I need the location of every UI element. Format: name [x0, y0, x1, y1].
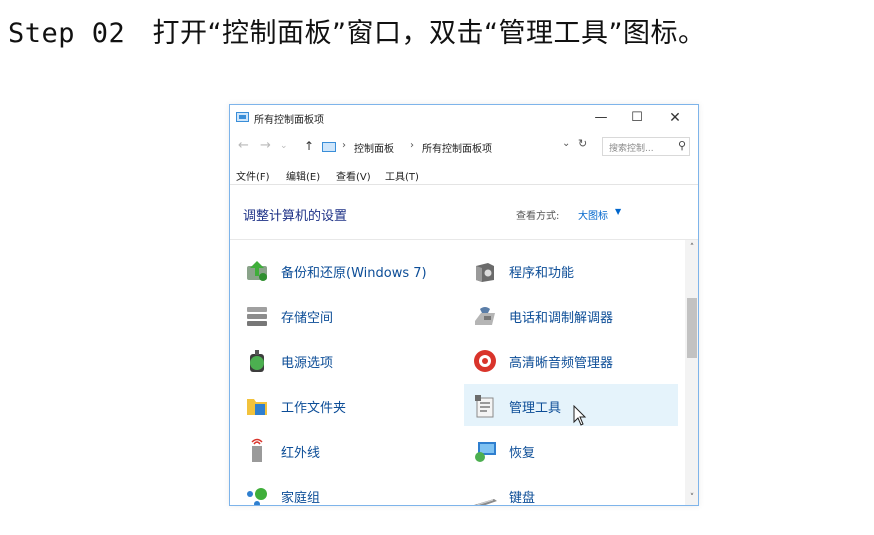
breadcrumb[interactable]: › 控制面板 › 所有控制面板项 [322, 137, 600, 157]
item-label: 工作文件夹 [281, 401, 347, 416]
item-storage-spaces[interactable]: 存储空间 [236, 294, 458, 336]
recent-locations-icon[interactable]: ⌄ [280, 141, 288, 151]
content-header: 调整计算机的设置 查看方式: 大图标 ▼ [230, 185, 698, 239]
phone-modem-icon [475, 307, 495, 325]
programs-features-icon [476, 263, 494, 282]
item-hd-audio[interactable]: 高清晰音频管理器 [464, 339, 678, 381]
menu-bar: 文件(F) 编辑(E) 查看(V) 工具(T) [230, 167, 698, 183]
menu-file[interactable]: 文件(F) [236, 168, 270, 183]
step-number: Step 02 [8, 18, 126, 49]
item-recovery[interactable]: 恢复 [464, 429, 678, 471]
item-phone-modem[interactable]: 电话和调制解调器 [464, 294, 678, 336]
item-homegroup[interactable]: 家庭组 [236, 474, 458, 506]
title-bar[interactable]: 所有控制面板项 — ☐ ✕ [230, 105, 698, 132]
mouse-cursor-icon [573, 405, 587, 426]
item-label: 电源选项 [281, 356, 334, 371]
search-placeholder: 搜索控制... [609, 144, 654, 154]
breadcrumb-separator-icon[interactable]: › [410, 140, 414, 151]
menu-tools[interactable]: 工具(T) [385, 168, 419, 183]
administrative-tools-icon [475, 395, 494, 418]
window-title: 所有控制面板项 [254, 115, 324, 126]
item-keyboard[interactable]: 键盘 [464, 474, 678, 506]
address-bar: ← → ⌄ ↑ › 控制面板 › 所有控制面板项 ⌄ ↻ 搜索控制... ⚲ [230, 135, 698, 159]
power-options-icon [250, 350, 264, 372]
scroll-down-icon[interactable]: ˅ [686, 492, 698, 504]
storage-spaces-icon [247, 307, 267, 326]
item-label: 管理工具 [509, 401, 562, 416]
back-arrow-icon[interactable]: ← [238, 138, 249, 153]
menu-view[interactable]: 查看(V) [336, 168, 371, 183]
backup-restore-icon [247, 261, 267, 281]
keyboard-icon [474, 499, 497, 505]
item-label: 家庭组 [281, 491, 321, 506]
forward-arrow-icon[interactable]: → [260, 138, 271, 153]
address-dropdown-icon[interactable]: ⌄ [562, 138, 570, 149]
item-infrared[interactable]: 红外线 [236, 429, 458, 471]
control-panel-icon [236, 112, 249, 122]
infrared-icon [251, 438, 263, 462]
view-by-label: 查看方式: [516, 211, 560, 222]
menu-edit[interactable]: 编辑(E) [286, 168, 320, 183]
item-administrative-tools[interactable]: 管理工具 [464, 384, 678, 426]
vertical-scrollbar[interactable]: ˄ ˅ [685, 240, 698, 505]
search-input[interactable]: 搜索控制... ⚲ [602, 137, 690, 156]
minimize-button[interactable]: — [586, 108, 616, 128]
recovery-icon [475, 442, 496, 462]
maximize-button[interactable]: ☐ [622, 108, 652, 128]
item-label: 红外线 [281, 446, 321, 461]
step-caption: Step 02 打开“控制面板”窗口，双击“管理工具”图标。 [8, 14, 706, 54]
item-power-options[interactable]: 电源选项 [236, 339, 458, 381]
item-backup-restore[interactable]: 备份和还原(Windows 7) [236, 249, 458, 291]
item-label: 高清晰音频管理器 [509, 356, 614, 371]
close-button[interactable]: ✕ [660, 108, 690, 128]
step-instruction: 打开“控制面板”窗口，双击“管理工具”图标。 [152, 18, 706, 49]
page-title: 调整计算机的设置 [243, 209, 348, 224]
chevron-down-icon[interactable]: ▼ [615, 207, 621, 216]
scroll-thumb[interactable] [687, 298, 697, 358]
items-grid: 备份和还原(Windows 7) 程序和功能 存储空间 电话和调制解调器 电源选… [230, 240, 685, 506]
breadcrumb-all-items[interactable]: 所有控制面板项 [422, 140, 492, 155]
item-label: 备份和还原(Windows 7) [281, 266, 427, 281]
homegroup-icon [247, 488, 267, 505]
breadcrumb-separator-icon[interactable]: › [342, 140, 346, 151]
item-label: 程序和功能 [509, 266, 575, 281]
control-panel-window: 所有控制面板项 — ☐ ✕ ← → ⌄ ↑ › 控制面板 › 所有控制面板项 ⌄… [229, 104, 699, 506]
hd-audio-icon [474, 350, 496, 372]
item-work-folders[interactable]: 工作文件夹 [236, 384, 458, 426]
search-icon[interactable]: ⚲ [678, 139, 686, 152]
breadcrumb-control-panel[interactable]: 控制面板 [354, 140, 394, 155]
scroll-up-icon[interactable]: ˄ [686, 242, 698, 254]
item-programs-features[interactable]: 程序和功能 [464, 249, 678, 291]
item-label: 电话和调制解调器 [509, 311, 614, 326]
item-label: 键盘 [509, 491, 536, 506]
item-label: 恢复 [509, 446, 536, 461]
location-icon [322, 142, 336, 152]
up-arrow-icon[interactable]: ↑ [304, 139, 314, 153]
view-by-dropdown[interactable]: 大图标 [578, 207, 608, 222]
item-label: 存储空间 [281, 311, 334, 326]
work-folders-icon [247, 399, 267, 415]
refresh-icon[interactable]: ↻ [578, 137, 587, 150]
